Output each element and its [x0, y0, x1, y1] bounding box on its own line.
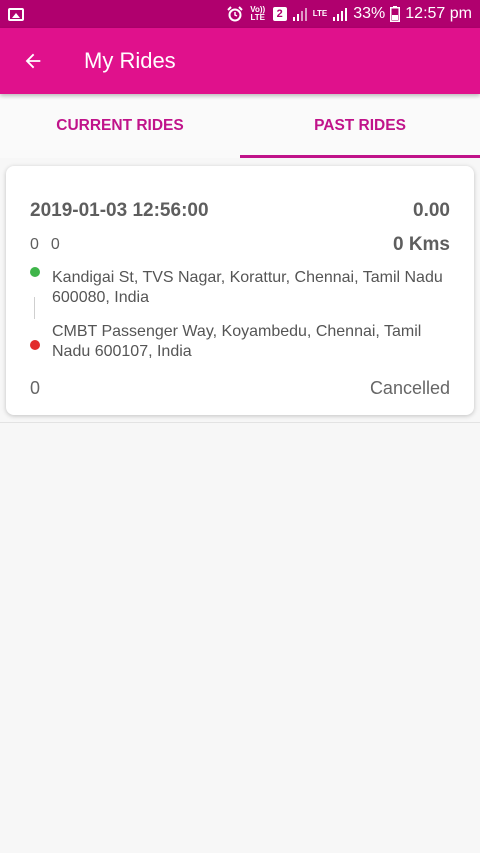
- ride-card[interactable]: 2019-01-03 12:56:00 0.00 00 0 Kms Kandig…: [6, 166, 474, 415]
- page-title: My Rides: [84, 48, 176, 73]
- drop-dot-icon: [30, 340, 40, 350]
- ride-amount: 0: [30, 378, 41, 398]
- lte-indicator: LTE: [312, 9, 328, 18]
- ride-counts: 00: [30, 236, 60, 254]
- clock: 12:57 pm: [405, 5, 472, 22]
- sim-indicator: 2: [272, 7, 287, 21]
- signal-icon-2: [333, 8, 348, 21]
- signal-icon: [292, 8, 307, 21]
- status-bar: Vo)) LTE 2 LTE 33% 12:57 pm: [0, 0, 480, 28]
- image-icon: [8, 7, 24, 21]
- drop-address: CMBT Passenger Way, Koyambedu, Chennai, …: [52, 323, 422, 360]
- app-bar: My Rides: [0, 28, 480, 94]
- ride-count-a: 0: [30, 236, 39, 253]
- ride-datetime: 2019-01-03 12:56:00: [30, 200, 209, 221]
- back-button[interactable]: [0, 28, 66, 94]
- tab-past-rides[interactable]: PAST RIDES: [240, 94, 480, 158]
- battery-icon: [390, 6, 401, 22]
- ride-fare: 0.00: [413, 200, 450, 221]
- battery-percent: 33%: [353, 5, 386, 22]
- rides-list[interactable]: 2019-01-03 12:56:00 0.00 00 0 Kms Kandig…: [0, 158, 480, 853]
- pickup-address: Kandigai St, TVS Nagar, Korattur, Chenna…: [52, 269, 443, 306]
- tab-bar: CURRENT RIDES PAST RIDES: [0, 94, 480, 158]
- tab-current-rides[interactable]: CURRENT RIDES: [0, 94, 240, 158]
- arrow-left-icon: [25, 53, 41, 69]
- list-item-wrapper: 2019-01-03 12:56:00 0.00 00 0 Kms Kandig…: [0, 158, 480, 423]
- volte-indicator: Vo)) LTE: [250, 5, 266, 22]
- alarm-icon: [227, 6, 243, 22]
- route-connector: [34, 297, 35, 319]
- ride-status: Cancelled: [369, 378, 450, 398]
- ride-distance: 0 Kms: [392, 234, 450, 255]
- ride-count-b: 0: [50, 236, 60, 253]
- pickup-dot-icon: [30, 267, 40, 277]
